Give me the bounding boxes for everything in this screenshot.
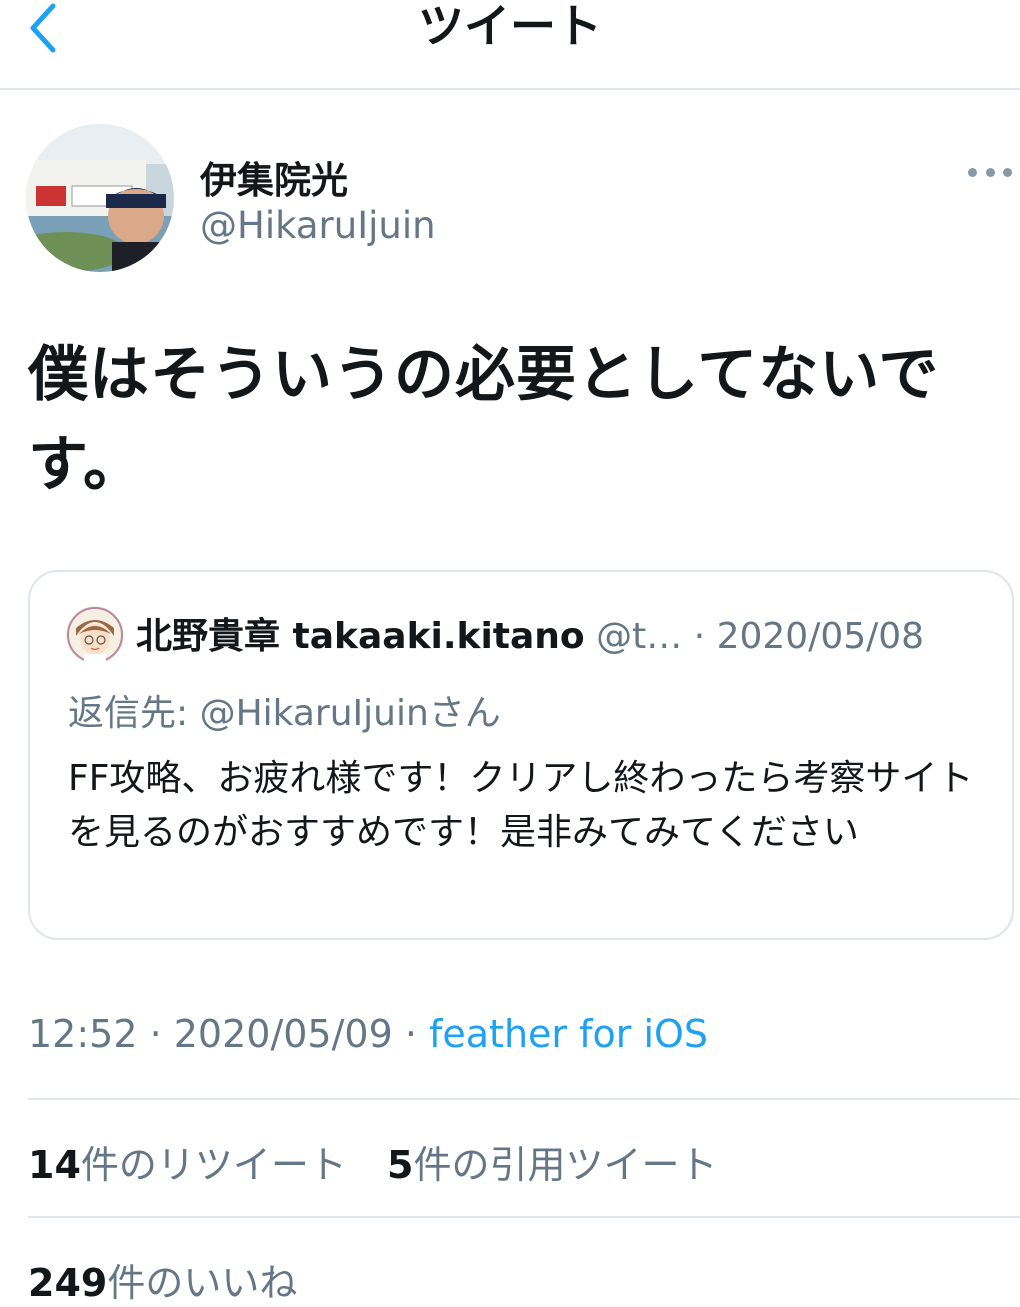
retweets-label: 件のリツイート bbox=[80, 1143, 347, 1187]
likes-count: 249 bbox=[28, 1261, 108, 1305]
user-handle[interactable]: @HikaruIjuin bbox=[200, 204, 436, 247]
tweet-timestamp: 12:52 · 2020/05/09 · bbox=[28, 1012, 430, 1056]
quoted-handle: @t… bbox=[596, 616, 683, 657]
more-options-button[interactable] bbox=[968, 158, 1012, 186]
quotes-count: 5 bbox=[387, 1143, 414, 1187]
quote-tweets-stat[interactable]: 5件の引用ツイート bbox=[387, 1134, 717, 1189]
retweets-stat[interactable]: 14件のリツイート bbox=[28, 1134, 347, 1189]
retweets-count: 14 bbox=[28, 1143, 81, 1187]
tweet-text: 僕はそういうの必要としてないです。 bbox=[28, 340, 940, 500]
reply-to-line: 返信先: @HikaruIjuinさん bbox=[68, 684, 501, 736]
quoted-display-name: 北野貴章 takaaki.kitano bbox=[136, 616, 585, 657]
quoted-tweet-card[interactable]: 北野貴章 takaaki.kitano @t… · 2020/05/08 返信先… bbox=[28, 570, 1014, 940]
tweet-source-link[interactable]: feather for iOS bbox=[429, 1012, 708, 1056]
tweet-timestamp-row: 12:52 · 2020/05/09 · feather for iOS bbox=[28, 1012, 708, 1056]
quoted-avatar[interactable] bbox=[66, 606, 124, 664]
divider bbox=[28, 1216, 1020, 1218]
more-horizontal-icon bbox=[968, 167, 977, 177]
engagement-stats: 14件のリツイート 5件の引用ツイート bbox=[28, 1134, 745, 1189]
quoted-tweet-text: FF攻略、お疲れ様です！クリアし終わったら考察サイトを見るのがおすすめです！是非… bbox=[68, 758, 974, 853]
reply-prefix: 返信先: bbox=[68, 693, 200, 734]
page-title: ツイート bbox=[418, 0, 602, 53]
avatar[interactable] bbox=[26, 124, 174, 272]
quotes-label: 件の引用ツイート bbox=[413, 1143, 718, 1187]
quoted-tweet-meta: 北野貴章 takaaki.kitano @t… · 2020/05/08 bbox=[136, 612, 1006, 662]
top-bar: ツイート bbox=[0, 0, 1020, 90]
reply-to-user-link[interactable]: @HikaruIjuinさん bbox=[200, 693, 501, 734]
quoted-date: · 2020/05/08 bbox=[682, 616, 925, 657]
display-name[interactable]: 伊集院光 bbox=[200, 150, 348, 204]
divider bbox=[28, 1098, 1020, 1100]
likes-label: 件のいいね bbox=[107, 1261, 298, 1305]
